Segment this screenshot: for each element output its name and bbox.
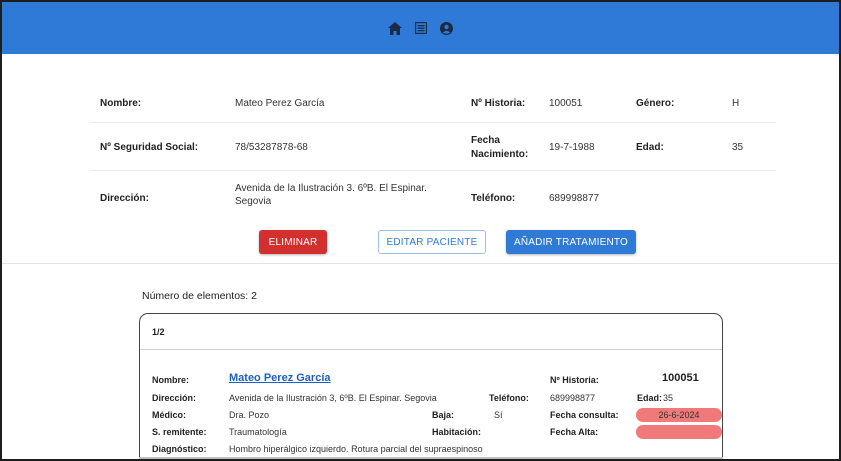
app-window: Nombre: Mateo Perez García Nº Historia: … bbox=[0, 0, 841, 461]
card-header: 1/2 bbox=[140, 314, 722, 350]
card-baja-label: Baja: bbox=[432, 410, 455, 420]
telefono-label: Teléfono: bbox=[471, 193, 516, 204]
card-remitente-value: Traumatología bbox=[229, 427, 287, 437]
fecha-consulta-pill: 26-6-2024 bbox=[636, 408, 722, 422]
editar-paciente-button[interactable]: EDITAR PACIENTE bbox=[378, 230, 486, 254]
genero-label: Género: bbox=[636, 98, 675, 109]
telefono-value: 689998877 bbox=[549, 193, 600, 204]
historia-value: 100051 bbox=[549, 98, 583, 109]
patient-details: Nombre: Mateo Perez García Nº Historia: … bbox=[90, 87, 776, 223]
card-historia-value: 100051 bbox=[662, 372, 699, 384]
nombre-label: Nombre: bbox=[100, 98, 142, 109]
list-icon[interactable] bbox=[413, 20, 429, 36]
home-icon[interactable] bbox=[387, 20, 403, 36]
card-pager: 1/2 bbox=[152, 327, 165, 337]
action-bar: ELIMINAR EDITAR PACIENTE AÑADIR TRATAMIE… bbox=[2, 230, 839, 264]
top-app-bar bbox=[2, 2, 839, 54]
direccion-label: Dirección: bbox=[100, 193, 149, 204]
patient-row-1: Nombre: Mateo Perez García Nº Historia: … bbox=[90, 87, 776, 123]
genero-value: H bbox=[732, 98, 740, 109]
nss-value: 78/53287878-68 bbox=[235, 142, 308, 153]
nombre-value: Mateo Perez García bbox=[235, 98, 325, 109]
patient-row-3: Dirección: Avenida de la Ilustración 3. … bbox=[90, 171, 776, 223]
fecha-nac-label-line1: Fecha bbox=[471, 135, 500, 146]
card-fecha-consulta-label: Fecha consulta: bbox=[550, 410, 619, 420]
card-telefono-label: Teléfono: bbox=[489, 393, 529, 403]
fecha-nac-value: 19-7-1988 bbox=[549, 142, 595, 153]
card-edad-value: 35 bbox=[663, 393, 674, 403]
card-baja-value: Sí bbox=[494, 410, 503, 420]
edad-label: Edad: bbox=[636, 142, 664, 153]
card-nombre-label: Nombre: bbox=[152, 375, 190, 385]
direccion-value-line2: Segovia bbox=[235, 196, 272, 207]
fecha-alta-pill bbox=[636, 425, 722, 439]
card-medico-value: Dra. Pozo bbox=[229, 410, 270, 420]
card-diagnostico-label: Diagnóstico: bbox=[152, 444, 207, 454]
card-direccion-label: Dirección: bbox=[152, 393, 197, 403]
card-direccion-value: Avenida de la Ilustración 3, 6ºB. El Esp… bbox=[229, 393, 437, 403]
fecha-nac-label-line2: Nacimiento: bbox=[471, 149, 529, 160]
card-medico-label: Médico: bbox=[152, 410, 187, 420]
card-nombre-link[interactable]: Mateo Perez García bbox=[229, 372, 331, 384]
treatment-card: 1/2 Nombre: Mateo Perez García Nº Histor… bbox=[139, 313, 723, 459]
card-telefono-value: 689998877 bbox=[550, 393, 596, 403]
card-fecha-alta-label: Fecha Alta: bbox=[550, 427, 599, 437]
account-icon[interactable] bbox=[439, 20, 455, 36]
patient-row-2: Nº Seguridad Social: 78/53287878-68 Fech… bbox=[90, 123, 776, 171]
element-count: Número de elementos: 2 bbox=[142, 290, 257, 302]
card-diagnostico-value: Hombro hiperálgico izquierdo. Rotura par… bbox=[229, 444, 483, 454]
card-historia-label: Nº Historia: bbox=[550, 375, 599, 385]
nss-label: Nº Seguridad Social: bbox=[100, 142, 199, 153]
card-edad-label: Edad: bbox=[637, 393, 663, 403]
eliminar-button[interactable]: ELIMINAR bbox=[259, 230, 327, 254]
edad-value: 35 bbox=[732, 142, 744, 153]
direccion-value-line1: Avenida de la Ilustración 3. 6ºB. El Esp… bbox=[235, 183, 427, 194]
historia-label: Nº Historia: bbox=[471, 98, 526, 109]
card-remitente-label: S. remitente: bbox=[152, 427, 207, 437]
card-bottom-divider bbox=[139, 457, 723, 459]
anadir-tratamiento-button[interactable]: AÑADIR TRATAMIENTO bbox=[506, 230, 636, 254]
card-habitacion-label: Habitación: bbox=[432, 427, 482, 437]
